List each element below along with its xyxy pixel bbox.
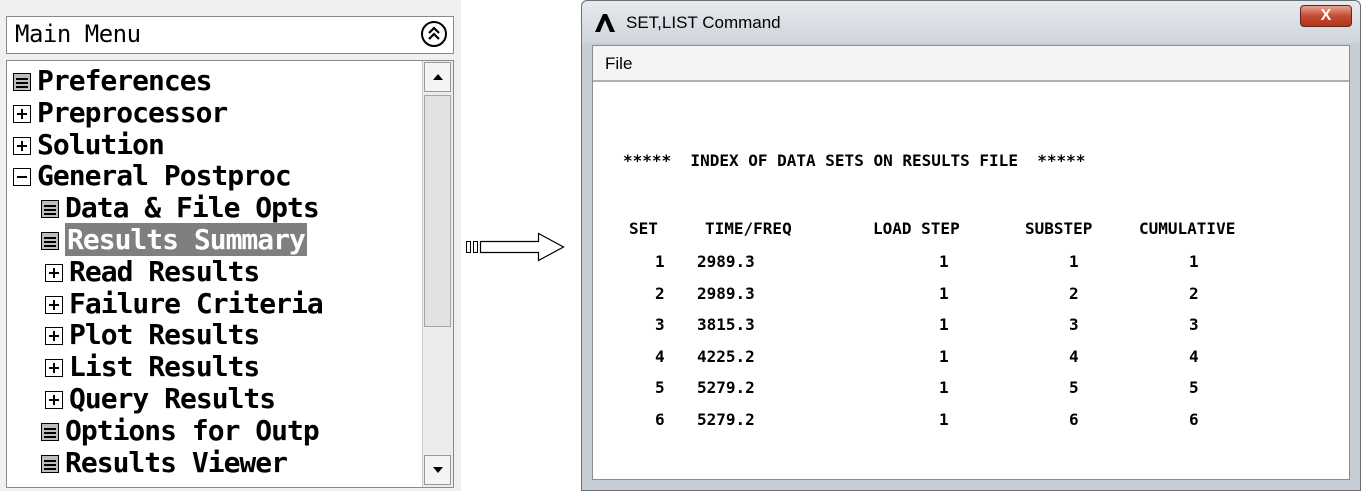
main-menu-title: Main Menu: [15, 20, 141, 48]
menu-item-results-summary[interactable]: Results Summary: [41, 223, 307, 256]
menu-item-general-postproc[interactable]: General Postproc: [13, 159, 292, 193]
calculator-doc-icon: [41, 232, 59, 250]
table-cell: 6: [1189, 409, 1199, 429]
menu-file[interactable]: File: [605, 54, 632, 74]
table-cell: 1: [939, 346, 949, 366]
table-cell: 1: [939, 283, 949, 303]
menu-item-failure-criteria[interactable]: Failure Criteria: [45, 286, 324, 320]
scroll-down-button[interactable]: [424, 455, 451, 485]
menu-item-query-results[interactable]: Query Results: [45, 382, 276, 415]
menu-item-preferences[interactable]: Preferences: [13, 64, 212, 97]
table-cell: 3: [1189, 315, 1199, 334]
arrow-up-icon: [432, 74, 443, 80]
menu-item-label: Data & File Opts: [65, 191, 320, 225]
table-cell: 6: [1069, 409, 1079, 429]
column-header: TIME/FREQ: [705, 219, 792, 238]
menu-item-data-file-opts[interactable]: Data & File Opts: [41, 191, 320, 225]
expand-plus-icon[interactable]: [13, 136, 31, 155]
arrow-down-icon: [432, 467, 443, 473]
table-cell: 4: [1189, 346, 1199, 366]
menu-item-label: General Postproc: [37, 159, 292, 193]
menu-item-label: Preprocessor: [37, 95, 228, 129]
table-cell: 2: [1189, 283, 1199, 303]
expand-plus-icon[interactable]: [45, 263, 63, 282]
menu-item-label: Query Results: [69, 382, 276, 415]
menu-item-solution[interactable]: Solution: [13, 127, 165, 161]
ansys-logo-icon: [595, 14, 615, 32]
menu-item-plot-results[interactable]: Plot Results: [45, 318, 260, 352]
table-cell: 5: [1189, 378, 1199, 397]
menu-item-preprocessor[interactable]: Preprocessor: [13, 95, 228, 129]
table-cell: 3: [655, 315, 665, 334]
right-arrow-icon: [466, 232, 565, 262]
calculator-doc-icon: [41, 422, 59, 441]
calculator-doc-icon: [13, 73, 31, 91]
table-cell: 2989.3: [697, 283, 755, 303]
table-cell: 3815.3: [697, 315, 755, 334]
window-menubar: File: [593, 46, 1349, 82]
table-cell: 2: [1069, 283, 1079, 303]
table-cell: 5279.2: [697, 378, 755, 397]
expand-plus-icon[interactable]: [45, 327, 63, 346]
table-cell: 3: [1069, 315, 1079, 334]
menu-item-results-viewer[interactable]: Results Viewer: [41, 445, 288, 479]
main-menu-header[interactable]: Main Menu: [6, 16, 454, 54]
results-listing: ***** INDEX OF DATA SETS ON RESULTS FILE…: [593, 82, 1349, 479]
main-menu-panel: Main Menu Preferences Preprocessor Solutio…: [0, 0, 461, 491]
listing-heading: ***** INDEX OF DATA SETS ON RESULTS FILE…: [623, 151, 1086, 170]
collapse-minus-icon[interactable]: [13, 168, 31, 187]
window-title: SET,LIST Command: [626, 13, 781, 32]
expand-plus-icon[interactable]: [13, 104, 31, 123]
menu-item-label: Failure Criteria: [69, 286, 324, 320]
table-cell: 6: [655, 409, 665, 429]
table-cell: 1: [655, 252, 665, 271]
menu-item-label: Results Viewer: [65, 445, 288, 479]
calculator-doc-icon: [41, 454, 59, 473]
window-client-area: File ***** INDEX OF DATA SETS ON RESULTS…: [592, 45, 1350, 480]
table-cell: 1: [939, 315, 949, 334]
menu-item-label: Results Summary: [65, 223, 307, 256]
table-cell: 2989.3: [697, 252, 755, 271]
table-cell: 1: [939, 378, 949, 397]
table-cell: 4: [655, 346, 665, 366]
table-cell: 5279.2: [697, 409, 755, 429]
menu-item-label: Read Results: [69, 254, 260, 288]
table-cell: 2: [655, 283, 665, 303]
expand-plus-icon[interactable]: [45, 295, 63, 314]
menu-item-read-results[interactable]: Read Results: [45, 254, 260, 288]
menu-item-options-for-outp[interactable]: Options for Outp: [41, 413, 320, 447]
vertical-scrollbar[interactable]: [422, 61, 453, 487]
table-cell: 4: [1069, 346, 1079, 366]
table-cell: 1: [1189, 252, 1199, 271]
window-titlebar[interactable]: SET,LIST Command X: [582, 1, 1360, 43]
setlist-window: SET,LIST Command X File ***** INDEX OF D…: [581, 0, 1361, 491]
calculator-doc-icon: [41, 200, 59, 219]
table-cell: 1: [1069, 252, 1079, 271]
table-cell: 5: [1069, 378, 1079, 397]
column-header: SUBSTEP: [1025, 219, 1093, 238]
column-header: SET: [629, 219, 658, 238]
double-chevron-up-icon[interactable]: [421, 21, 447, 47]
expand-plus-icon[interactable]: [45, 391, 63, 409]
menu-item-label: List Results: [69, 350, 260, 384]
column-header: LOAD STEP: [873, 219, 960, 238]
menu-item-label: Options for Outp: [65, 413, 320, 447]
table-cell: 1: [939, 409, 949, 429]
menu-item-label: Plot Results: [69, 318, 260, 352]
column-header: CUMULATIVE: [1139, 219, 1236, 238]
scroll-up-button[interactable]: [424, 62, 451, 92]
menu-item-label: Solution: [37, 127, 165, 161]
table-cell: 1: [939, 252, 949, 271]
close-button[interactable]: X: [1300, 5, 1352, 27]
scrollbar-thumb[interactable]: [424, 95, 451, 327]
table-cell: 5: [655, 378, 665, 397]
menu-item-label: Preferences: [37, 64, 212, 97]
main-menu-tree: Preferences Preprocessor Solution General P…: [6, 60, 454, 488]
close-icon: X: [1320, 7, 1332, 24]
menu-item-list-results[interactable]: List Results: [45, 350, 260, 384]
table-cell: 4225.2: [697, 346, 755, 366]
expand-plus-icon[interactable]: [45, 359, 63, 378]
